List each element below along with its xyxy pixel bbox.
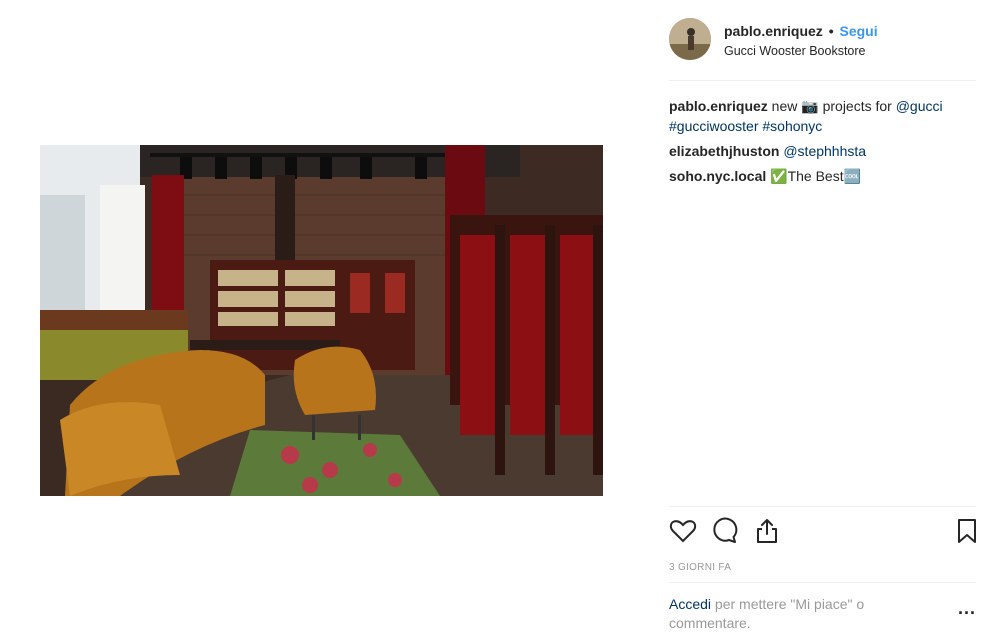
comment-item: soho.nyc.local ✅The Best🆒 <box>669 166 976 186</box>
comment-username[interactable]: soho.nyc.local <box>669 168 766 184</box>
login-text: Accedi per mettere "Mi piace" o commenta… <box>669 595 919 633</box>
heart-icon[interactable] <box>669 517 697 545</box>
comments-list: pablo.enriquez new 📷 projects for @gucci… <box>669 96 976 191</box>
avatar-image <box>669 18 711 60</box>
post-header: pablo.enriquez • Segui Gucci Wooster Boo… <box>669 18 976 81</box>
share-icon[interactable] <box>753 517 781 545</box>
header-line: pablo.enriquez • Segui <box>724 23 878 39</box>
bookstore-photo <box>40 145 603 496</box>
comment-icon[interactable] <box>711 517 739 545</box>
username-link[interactable]: pablo.enriquez <box>724 23 823 39</box>
login-link[interactable]: Accedi <box>669 596 711 612</box>
comment-item: pablo.enriquez new 📷 projects for @gucci… <box>669 96 976 136</box>
post-image[interactable] <box>40 145 603 496</box>
location-link[interactable]: Gucci Wooster Bookstore <box>724 44 866 58</box>
bookmark-icon[interactable] <box>953 517 981 545</box>
follow-button[interactable]: Segui <box>839 23 877 39</box>
more-options-button[interactable]: ... <box>958 599 976 618</box>
separator-dot: • <box>828 23 834 39</box>
login-prompt: Accedi per mettere "Mi piace" o commenta… <box>669 582 976 644</box>
comment-text: ✅The Best🆒 <box>766 168 862 184</box>
action-bar <box>669 506 976 557</box>
post-sidebar: pablo.enriquez • Segui Gucci Wooster Boo… <box>669 0 976 643</box>
comment-item: elizabethjhuston @stephhhsta <box>669 141 976 161</box>
post-timestamp: 3 GIORNI FA <box>669 562 732 573</box>
comment-tags[interactable]: @stephhhsta <box>783 143 866 159</box>
avatar[interactable] <box>669 18 711 60</box>
comment-username[interactable]: pablo.enriquez <box>669 98 768 114</box>
comment-text: new 📷 projects for <box>767 98 896 114</box>
comment-username[interactable]: elizabethjhuston <box>669 143 779 159</box>
